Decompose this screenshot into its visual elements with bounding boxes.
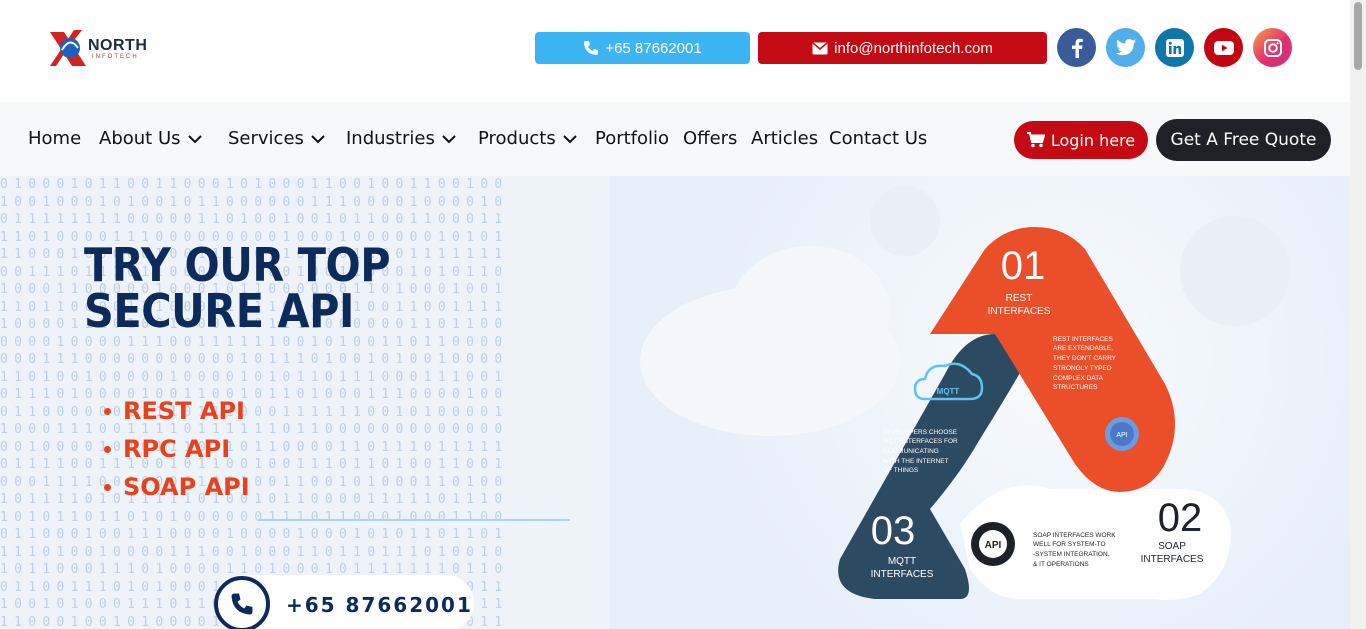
- api-list-item: RPC API: [104, 430, 250, 468]
- phone-icon: [231, 593, 253, 615]
- nav-services[interactable]: Services: [228, 128, 326, 149]
- step2-title1: SOAP: [1158, 541, 1186, 552]
- api-gear-label: API: [1116, 432, 1127, 439]
- step3-desc-line: DEVELOPERS CHOOSE: [883, 429, 958, 436]
- main-navbar: Home About Us Services Industries Produc…: [0, 102, 1350, 176]
- logo-name: NORTH: [88, 37, 148, 54]
- nav-portfolio[interactable]: Portfolio: [595, 128, 669, 149]
- phone-button[interactable]: +65 87662001: [535, 32, 750, 64]
- nav-products-label: Products: [478, 128, 556, 149]
- free-quote-label: Get A Free Quote: [1170, 130, 1317, 150]
- shopping-cart-icon: [1026, 132, 1045, 148]
- step3-title2: INTERFACES: [871, 569, 934, 580]
- email-button[interactable]: info@northinfotech.com: [758, 32, 1047, 64]
- scrollbar-thumb[interactable]: [1354, 2, 1362, 70]
- step3-desc-line: WITH THE INTERNET: [883, 458, 949, 465]
- nav-contact-label: Contact Us: [829, 128, 928, 149]
- nav-portfolio-label: Portfolio: [595, 128, 670, 149]
- instagram-link[interactable]: [1253, 28, 1292, 67]
- step1-desc-line: STRUCTURES: [1053, 384, 1098, 391]
- twitter-icon: [1115, 39, 1136, 56]
- nav-offers-label: Offers: [683, 128, 738, 149]
- hero-phone-circle[interactable]: [214, 576, 270, 629]
- login-button-label: Login here: [1050, 130, 1136, 150]
- api-gear-icon: API: [1105, 417, 1139, 451]
- api-list: REST API RPC API SOAP API: [104, 392, 250, 506]
- step2-desc-line: & IT OPERATIONS: [1033, 561, 1089, 568]
- step2-title2: INTERFACES: [1141, 554, 1204, 565]
- step2-desc-line: -SYSTEM INTEGRATION,: [1033, 551, 1110, 558]
- api-infographic: 01 REST INTERFACES REST INTERFACES ARE E…: [838, 227, 1231, 600]
- facebook-icon: [1071, 38, 1083, 58]
- free-quote-button[interactable]: Get A Free Quote: [1156, 119, 1331, 161]
- nav-industries[interactable]: Industries: [346, 128, 457, 149]
- email-button-label: info@northinfotech.com: [834, 39, 993, 57]
- nav-offers[interactable]: Offers: [683, 128, 737, 149]
- phone-button-label: +65 87662001: [605, 39, 702, 57]
- divider: [258, 519, 570, 521]
- youtube-link[interactable]: [1204, 28, 1243, 67]
- chevron-down-icon: [442, 134, 456, 143]
- step2-desc-line: WELL FOR SYSTEM-TO: [1033, 541, 1106, 548]
- step3-desc-line: COMMUNICATING: [883, 448, 939, 455]
- nav-services-label: Services: [228, 128, 304, 149]
- envelope-icon: [812, 41, 828, 54]
- step3-desc-line: OF THINGS: [883, 467, 919, 474]
- top-bar: NORTH INFOTECH +65 87662001 info@northin…: [0, 0, 1350, 102]
- chevron-down-icon: [187, 134, 202, 143]
- phone-icon: [584, 41, 599, 55]
- mqtt-cloud-label: MQTT: [937, 387, 960, 396]
- step1-title1: REST: [1006, 293, 1033, 304]
- api-list-item: REST API: [104, 392, 250, 430]
- linkedin-link[interactable]: [1155, 28, 1194, 67]
- instagram-icon: [1263, 38, 1282, 57]
- chevron-down-icon: [311, 134, 325, 143]
- page: NORTH INFOTECH +65 87662001 info@northin…: [0, 0, 1366, 629]
- hero-phone-number[interactable]: +65 87662001: [286, 593, 473, 617]
- logo-subtitle: INFOTECH: [92, 54, 139, 60]
- hero-banner: 010001011001100010100011001001100100 100…: [0, 176, 1350, 629]
- step1-desc-line: ARE EXTENDABLE,: [1053, 345, 1113, 352]
- step2-number: 02: [1158, 496, 1203, 540]
- hero-title-line1: TRY OUR TOP: [84, 238, 391, 292]
- step1-desc-line: COMPLEX DATA: [1053, 375, 1104, 382]
- step1-desc-line: STRONGLY TYPED: [1053, 365, 1112, 372]
- page-scrollbar[interactable]: [1350, 0, 1366, 629]
- login-button[interactable]: Login here: [1014, 121, 1148, 159]
- api-cog-icon: API: [971, 522, 1015, 566]
- youtube-icon: [1213, 40, 1234, 55]
- api-cog-label: API: [985, 540, 1002, 551]
- nav-home-label: Home: [28, 128, 82, 149]
- linkedin-icon: [1165, 38, 1184, 57]
- step1-desc-line: REST INTERFACES: [1053, 336, 1114, 343]
- nav-home[interactable]: Home: [28, 128, 81, 149]
- nav-articles[interactable]: Articles: [751, 128, 818, 149]
- api-list-item: SOAP API: [104, 468, 250, 506]
- step2-desc-line: SOAP INTERFACES WORK: [1033, 532, 1116, 539]
- step3-title1: MQTT: [888, 556, 916, 567]
- nav-contact-us[interactable]: Contact Us: [829, 128, 927, 149]
- nav-about-us[interactable]: About Us: [99, 128, 203, 149]
- twitter-link[interactable]: [1106, 28, 1145, 67]
- step3-desc-line: MQTTINTERFACES FOR: [883, 438, 958, 445]
- nav-articles-label: Articles: [751, 128, 819, 149]
- nav-industries-label: Industries: [346, 128, 435, 149]
- facebook-link[interactable]: [1057, 28, 1096, 67]
- step1-desc-line: THEY DON'T CARRY: [1053, 355, 1117, 362]
- hero-title-line2: SECURE API: [84, 284, 354, 338]
- step3-number: 03: [871, 509, 916, 553]
- nav-products[interactable]: Products: [478, 128, 578, 149]
- nav-about-label: About Us: [99, 128, 181, 149]
- chevron-down-icon: [563, 134, 577, 143]
- logo[interactable]: NORTH INFOTECH: [46, 26, 156, 70]
- step1-number: 01: [1001, 244, 1046, 288]
- hero-title: TRY OUR TOP SECURE API: [84, 242, 424, 334]
- step1-title2: INTERFACES: [988, 306, 1051, 317]
